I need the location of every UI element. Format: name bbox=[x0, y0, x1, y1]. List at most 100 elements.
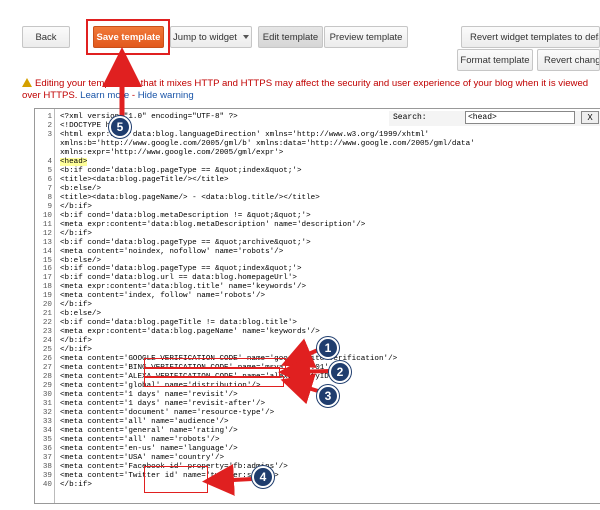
code-line[interactable]: 37 <meta content='USA' name='country'/> bbox=[35, 454, 475, 463]
code-line[interactable]: 6 <title><data:blog.pageTitle/></title> bbox=[35, 176, 475, 185]
code-text: <head> bbox=[60, 157, 88, 166]
code-line[interactable]: 14 <meta content='noindex, nofollow' name… bbox=[35, 248, 475, 257]
code-text: <meta expr:content='data:blog.pageName' … bbox=[60, 328, 320, 337]
callout-badge-5: 5 bbox=[109, 116, 131, 138]
line-number: 18 bbox=[42, 283, 52, 292]
code-line[interactable]: 9 </b:if> bbox=[35, 203, 475, 212]
code-line[interactable]: 13 <b:if cond='data:blog.pageType == &quo… bbox=[35, 239, 475, 248]
line-number: 15 bbox=[42, 256, 52, 265]
code-line[interactable]: 5 <b:if cond='data:blog.pageType == &quot… bbox=[35, 167, 475, 176]
line-number: 23 bbox=[42, 328, 52, 337]
line-number: 30 bbox=[42, 391, 52, 400]
code-text: <meta content='1 days' name='revisit'/> bbox=[60, 391, 238, 400]
warning-icon bbox=[22, 78, 32, 87]
code-line[interactable]: 20 </b:if> bbox=[35, 301, 475, 310]
code-text: </b:if> bbox=[60, 202, 92, 211]
chevron-down-icon bbox=[242, 35, 249, 39]
code-line[interactable]: 22 <b:if cond='data:blog.pageTitle != dat… bbox=[35, 319, 475, 328]
code-line[interactable]: 16 <b:if cond='data:blog.pageType == &quo… bbox=[35, 265, 475, 274]
alexa-code-highlight bbox=[144, 376, 284, 387]
line-number: 27 bbox=[42, 364, 52, 373]
code-text: </b:if> bbox=[60, 480, 92, 489]
code-line[interactable]: 7 <b:else/> bbox=[35, 185, 475, 194]
search-close-button[interactable]: X bbox=[581, 111, 599, 124]
template-code-editor[interactable]: 1 <?xml version="1.0" encoding="UTF-8" ?>… bbox=[34, 108, 600, 504]
code-line[interactable]: 25 </b:if> bbox=[35, 346, 475, 355]
code-line[interactable]: 31 <meta content='1 days' name='revisit-a… bbox=[35, 400, 475, 409]
code-line[interactable]: 18 <meta expr:content='data:blog.title' n… bbox=[35, 283, 475, 292]
code-line[interactable]: 4 <head> bbox=[35, 157, 475, 167]
line-number: 22 bbox=[42, 319, 52, 328]
code-text: <meta content='USA' name='country'/> bbox=[60, 453, 225, 462]
edit-template-button[interactable]: Edit template bbox=[258, 26, 323, 48]
code-line[interactable]: 3 <html expr:dir='data:blog.languageDirec… bbox=[35, 131, 475, 140]
code-line[interactable]: 19 <meta content='index, follow' name='ro… bbox=[35, 292, 475, 301]
code-text: <b:if cond='data:blog.pageTitle != data:… bbox=[60, 319, 297, 328]
code-line[interactable]: 10 <b:if cond='data:blog.metaDescription … bbox=[35, 212, 475, 221]
code-text: <meta content='general' name='rating'/> bbox=[60, 426, 238, 435]
callout-badge-4: 4 bbox=[252, 466, 274, 488]
callout-badge-3: 3 bbox=[317, 385, 339, 407]
format-template-button[interactable]: Format template bbox=[457, 49, 533, 71]
code-line[interactable]: 8 <title><data:blog.pageName/> - <data:bl… bbox=[35, 194, 475, 203]
line-number: 11 bbox=[42, 220, 52, 229]
line-number: 9 bbox=[47, 202, 52, 211]
revert-widget-templates-button[interactable]: Revert widget templates to default bbox=[461, 26, 600, 48]
back-button[interactable]: Back bbox=[22, 26, 70, 48]
code-line[interactable]: 12 </b:if> bbox=[35, 230, 475, 239]
line-number: 14 bbox=[42, 247, 52, 256]
code-text: <b:else/> bbox=[60, 310, 102, 319]
code-line[interactable]: 36 <meta content='en-us' name='language'/… bbox=[35, 445, 475, 454]
code-line[interactable]: 32 <meta content='document' name='resourc… bbox=[35, 409, 475, 418]
search-input[interactable] bbox=[465, 111, 575, 124]
line-number: 39 bbox=[42, 471, 52, 480]
code-line[interactable]: xmlns:b='http://www.google.com/2005/gml/… bbox=[35, 140, 475, 149]
code-text: <meta content='document' name='resource-… bbox=[60, 408, 275, 417]
code-line[interactable]: 17 <b:if cond='data:blog.url == data:blog… bbox=[35, 274, 475, 283]
code-line[interactable]: 33 <meta content='all' name='audience'/> bbox=[35, 418, 475, 427]
code-line[interactable]: 34 <meta content='general' name='rating'/… bbox=[35, 427, 475, 436]
line-number: 36 bbox=[42, 444, 52, 453]
code-text: </b:if> bbox=[60, 346, 92, 355]
line-number: 12 bbox=[42, 229, 52, 238]
code-lines: 1 <?xml version="1.0" encoding="UTF-8" ?>… bbox=[35, 113, 475, 490]
line-number: 13 bbox=[42, 238, 52, 247]
code-text: <meta content='all' name='audience'/> bbox=[60, 417, 229, 426]
social-ids-highlight bbox=[144, 466, 208, 493]
line-number: 33 bbox=[42, 417, 52, 426]
line-number: 20 bbox=[42, 301, 52, 310]
code-line[interactable]: 11 <meta expr:content='data:blog.metaDesc… bbox=[35, 221, 475, 230]
line-number: 25 bbox=[42, 346, 52, 355]
code-text: <meta content='en-us' name='language'/> bbox=[60, 444, 238, 453]
search-bar: Search: X bbox=[389, 111, 600, 126]
code-line[interactable]: 24 </b:if> bbox=[35, 337, 475, 346]
code-line[interactable]: 15 <b:else/> bbox=[35, 257, 475, 266]
code-text: <b:if cond='data:blog.pageType == &quot;… bbox=[60, 166, 302, 175]
code-text: <b:if cond='data:blog.pageType == &quot;… bbox=[60, 238, 311, 247]
code-text: </b:if> bbox=[60, 229, 92, 238]
jump-to-widget-dropdown[interactable]: Jump to widget bbox=[170, 26, 252, 48]
code-line[interactable]: 23 <meta expr:content='data:blog.pageName… bbox=[35, 328, 475, 337]
code-line[interactable]: xmlns:expr='http://www.google.com/2005/g… bbox=[35, 149, 475, 158]
preview-template-button[interactable]: Preview template bbox=[324, 26, 408, 48]
code-text: <meta content='1 days' name='revisit-aft… bbox=[60, 400, 266, 408]
code-line[interactable]: 30 <meta content='1 days' name='revisit'/… bbox=[35, 391, 475, 400]
code-text: <meta content='index, follow' name='robo… bbox=[60, 292, 266, 301]
line-number: 40 bbox=[42, 480, 52, 489]
hide-warning-link[interactable]: Hide warning bbox=[138, 90, 194, 101]
revert-changes-button[interactable]: Revert changes bbox=[537, 49, 600, 71]
line-number: 6 bbox=[47, 175, 52, 184]
code-line[interactable]: 35 <meta content='all' name='robots'/> bbox=[35, 436, 475, 445]
line-number: 5 bbox=[47, 166, 52, 175]
line-number: 3 bbox=[47, 130, 52, 139]
code-text: xmlns:b='http://www.google.com/2005/gml/… bbox=[60, 139, 475, 148]
line-number: 16 bbox=[42, 265, 52, 274]
line-number: 10 bbox=[42, 211, 52, 220]
line-number: 32 bbox=[42, 408, 52, 417]
code-line[interactable]: 21 <b:else/> bbox=[35, 310, 475, 319]
save-template-highlight bbox=[86, 19, 170, 55]
learn-more-link[interactable]: Learn more bbox=[80, 90, 129, 101]
search-label: Search: bbox=[393, 113, 427, 122]
line-number: 26 bbox=[42, 355, 52, 364]
line-number: 4 bbox=[47, 157, 52, 166]
